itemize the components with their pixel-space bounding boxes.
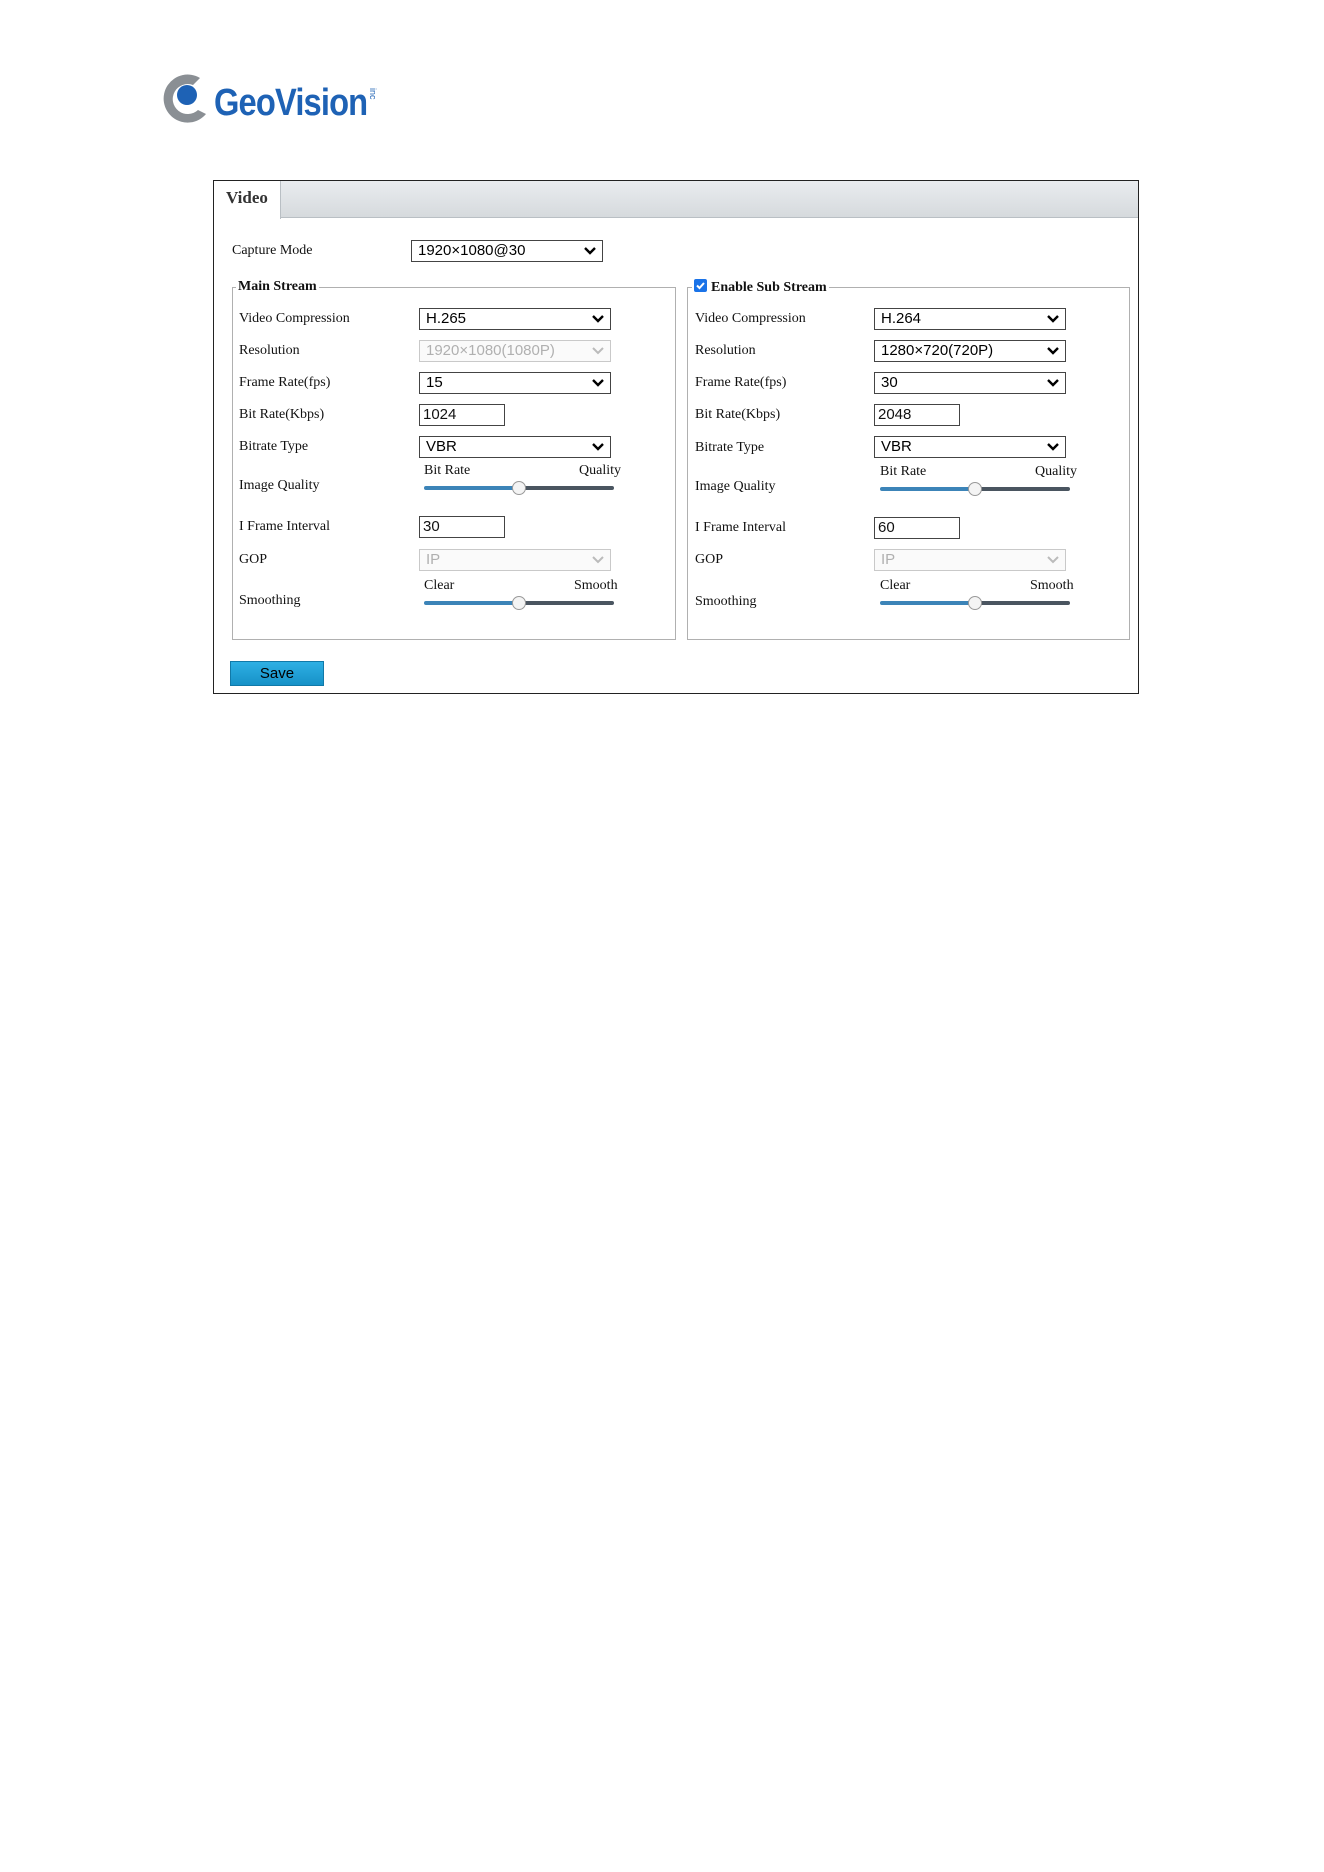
- sub-gop-value: IP: [881, 551, 896, 568]
- sub-i-frame-interval-label: I Frame Interval: [695, 520, 786, 535]
- main-smoothing-left-label: Clear: [424, 578, 455, 593]
- main-frame-rate-select[interactable]: 15: [419, 372, 611, 394]
- chevron-down-icon: [592, 443, 604, 451]
- main-resolution-select: 1920×1080(1080P): [419, 340, 611, 362]
- slider-thumb[interactable]: [512, 596, 526, 610]
- main-resolution-value: 1920×1080(1080P): [426, 342, 555, 359]
- sub-smoothing-right-label: Smooth: [1030, 578, 1074, 593]
- chevron-down-icon: [1047, 315, 1059, 323]
- chevron-down-icon: [1047, 379, 1059, 387]
- sub-gop-select: IP: [874, 549, 1066, 571]
- sub-image-quality-label: Image Quality: [695, 479, 776, 494]
- slider-thumb[interactable]: [968, 596, 982, 610]
- slider-thumb[interactable]: [512, 481, 526, 495]
- main-bit-rate-input[interactable]: 1024: [419, 404, 505, 426]
- main-image-quality-label: Image Quality: [239, 478, 320, 493]
- sub-video-compression-value: H.264: [881, 310, 922, 327]
- brand-name: GeoVision: [214, 82, 368, 124]
- main-gop-label: GOP: [239, 552, 268, 567]
- slider-fill: [880, 487, 975, 491]
- slider-track: [519, 486, 614, 490]
- main-resolution-label: Resolution: [239, 343, 300, 358]
- sub-video-compression-label: Video Compression: [695, 311, 806, 326]
- enable-sub-stream-label: Enable Sub Stream: [711, 280, 827, 295]
- sub-image-quality-left-label: Bit Rate: [880, 464, 927, 479]
- checkmark-icon: [696, 282, 705, 290]
- chevron-down-icon: [592, 556, 604, 564]
- slider-fill: [424, 486, 519, 490]
- sub-smoothing-label: Smoothing: [695, 594, 757, 609]
- main-i-frame-interval-label: I Frame Interval: [239, 519, 330, 534]
- capture-mode-select[interactable]: 1920×1080@30: [411, 240, 603, 262]
- chevron-down-icon: [584, 247, 596, 255]
- chevron-down-icon: [592, 379, 604, 387]
- chevron-down-icon: [1047, 443, 1059, 451]
- sub-i-frame-interval-input[interactable]: 60: [874, 517, 960, 539]
- sub-bitrate-type-value: VBR: [881, 438, 912, 455]
- main-video-compression-label: Video Compression: [239, 311, 350, 326]
- slider-track: [975, 487, 1070, 491]
- sub-smoothing-slider[interactable]: [880, 596, 1070, 610]
- sub-image-quality-slider[interactable]: [880, 482, 1070, 496]
- tab-bar: Video: [214, 181, 1138, 219]
- sub-resolution-select[interactable]: 1280×720(720P): [874, 340, 1066, 362]
- sub-bitrate-type-select[interactable]: VBR: [874, 436, 1066, 458]
- main-image-quality-left-label: Bit Rate: [424, 463, 471, 478]
- main-smoothing-label: Smoothing: [239, 593, 301, 608]
- capture-mode-value: 1920×1080@30: [418, 242, 526, 259]
- video-settings-panel: Video Capture Mode 1920×1080@30 Main Str…: [213, 180, 1139, 694]
- main-bitrate-type-value: VBR: [426, 438, 457, 455]
- sub-gop-label: GOP: [695, 552, 724, 567]
- sub-stream-title: Enable Sub Stream: [692, 279, 829, 296]
- slider-fill: [424, 601, 519, 605]
- chevron-down-icon: [1047, 347, 1059, 355]
- main-bitrate-type-select[interactable]: VBR: [419, 436, 611, 458]
- sub-frame-rate-select[interactable]: 30: [874, 372, 1066, 394]
- capture-mode-label: Capture Mode: [232, 243, 313, 258]
- tab-video[interactable]: Video: [214, 181, 281, 219]
- chevron-down-icon: [1047, 556, 1059, 564]
- slider-fill: [880, 601, 975, 605]
- sub-frame-rate-label: Frame Rate(fps): [695, 375, 787, 390]
- sub-resolution-value: 1280×720(720P): [881, 342, 994, 359]
- main-gop-value: IP: [426, 551, 441, 568]
- main-smoothing-slider[interactable]: [424, 596, 614, 610]
- main-image-quality-slider[interactable]: [424, 481, 614, 495]
- main-smoothing-right-label: Smooth: [574, 578, 618, 593]
- main-frame-rate-label: Frame Rate(fps): [239, 375, 331, 390]
- main-gop-select: IP: [419, 549, 611, 571]
- enable-sub-stream-checkbox[interactable]: [694, 279, 707, 292]
- main-video-compression-value: H.265: [426, 310, 467, 327]
- sub-image-quality-right-label: Quality: [1035, 464, 1077, 479]
- main-image-quality-right-label: Quality: [579, 463, 621, 478]
- main-i-frame-interval-input[interactable]: 30: [419, 516, 505, 538]
- slider-track: [975, 601, 1070, 605]
- sub-bit-rate-label: Bit Rate(Kbps): [695, 407, 781, 422]
- main-frame-rate-value: 15: [426, 374, 443, 391]
- sub-bit-rate-input[interactable]: 2048: [874, 404, 960, 426]
- slider-track: [519, 601, 614, 605]
- slider-thumb[interactable]: [968, 482, 982, 496]
- save-button[interactable]: Save: [230, 661, 324, 686]
- geovision-logo-mark-icon: [163, 74, 206, 123]
- sub-resolution-label: Resolution: [695, 343, 756, 358]
- main-video-compression-select[interactable]: H.265: [419, 308, 611, 330]
- geovision-logo: GeoVision inc: [160, 68, 400, 130]
- main-bitrate-type-label: Bitrate Type: [239, 439, 309, 454]
- main-stream-title: Main Stream: [236, 279, 319, 295]
- brand-inc: inc: [368, 88, 378, 100]
- chevron-down-icon: [592, 315, 604, 323]
- sub-frame-rate-value: 30: [881, 374, 898, 391]
- main-bit-rate-label: Bit Rate(Kbps): [239, 407, 325, 422]
- chevron-down-icon: [592, 347, 604, 355]
- sub-bitrate-type-label: Bitrate Type: [695, 440, 765, 455]
- sub-video-compression-select[interactable]: H.264: [874, 308, 1066, 330]
- sub-smoothing-left-label: Clear: [880, 578, 911, 593]
